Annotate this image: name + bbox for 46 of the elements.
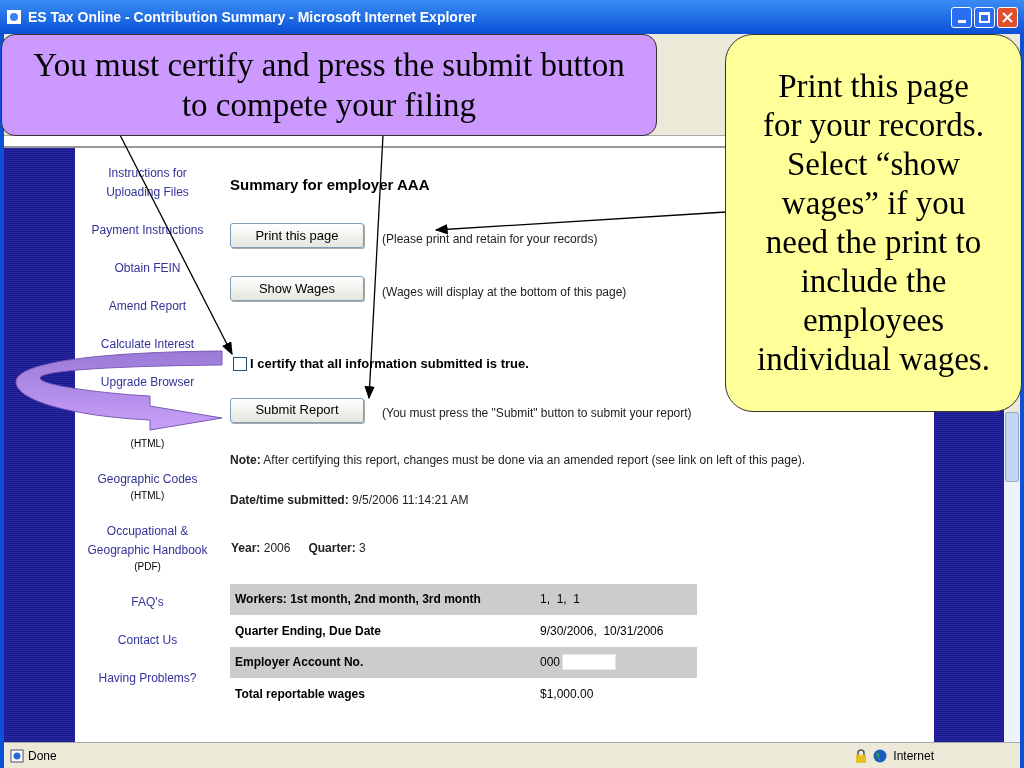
- sidebar-link[interactable]: Geographic Codes: [97, 470, 198, 489]
- browser-icon: [6, 9, 22, 25]
- sidebar-link[interactable]: Amend Report: [108, 297, 187, 316]
- button-hint: (Please print and retain for your records): [382, 230, 598, 248]
- close-button[interactable]: [997, 6, 1018, 28]
- page-button[interactable]: Show Wages: [230, 276, 364, 301]
- table-cell-text: Workers: 1st month, 2nd month, 3rd month: [234, 591, 482, 609]
- page-button[interactable]: Print this page: [230, 223, 364, 248]
- note-text: Note: After certifying this report, changes must be done via an amended report (see link on left of this page).: [230, 451, 806, 469]
- window-title: ES Tax Online - Contribution Summary - Microsoft Internet Explorer: [28, 7, 477, 27]
- table-cell-text: 9/30/2006, 10/31/2006: [540, 622, 664, 640]
- quarter-text: Quarter: 3: [308, 539, 366, 557]
- maximize-button[interactable]: [974, 6, 995, 28]
- table-cell-text: Total reportable wages: [234, 685, 366, 703]
- minimize-button[interactable]: [951, 6, 972, 28]
- link-format: (PDF): [134, 560, 161, 574]
- page-button[interactable]: Submit Report: [230, 397, 364, 423]
- table-cell-text: Quarter Ending, Due Date: [234, 622, 383, 640]
- page-icon: [10, 748, 24, 763]
- button-hint: (Wages will display at the bottom of this page): [382, 283, 627, 301]
- table-cell-text: Employer Account No.: [234, 654, 365, 672]
- table-cell-text: $1,000.00: [540, 685, 594, 703]
- sidebar-link[interactable]: FAQ's: [131, 593, 164, 612]
- globe-icon: [873, 748, 888, 763]
- sidebar-link[interactable]: Calculate Interest: [100, 335, 195, 354]
- callout-text: You must certify and press the submit button to compete your filing: [32, 46, 626, 125]
- link-format: (HTML): [130, 437, 165, 451]
- sidebar-link[interactable]: Upgrade Browser: [100, 373, 195, 392]
- zone-text: Internet: [893, 747, 934, 765]
- button-hint: (You must press the "Submit" button to submit your report): [382, 405, 692, 422]
- link-format: (HTML): [130, 489, 165, 503]
- submitted-text: Date/time submitted: 9/5/2006 11:14:21 AM: [230, 491, 470, 509]
- status-text: Done: [28, 747, 57, 765]
- table-cell-text: 000: [540, 654, 561, 672]
- lock-icon: [855, 748, 868, 763]
- sidebar-link[interactable]: Having Problems?: [98, 669, 197, 688]
- close-icon: [1002, 11, 1013, 23]
- sidebar-link[interactable]: Occupational & Geographic Handbook: [82, 522, 213, 560]
- redaction-block: [562, 654, 617, 671]
- table-cell-text: 1, 1, 1: [540, 591, 581, 609]
- sidebar-link[interactable]: Contact Us: [117, 631, 178, 650]
- scrollbar[interactable]: [1004, 412, 1020, 742]
- sidebar-link[interactable]: Obtain FEIN: [114, 259, 181, 278]
- callout-text: Print this page for your records. Select “show wages” if you need the print to include the employees individual wages.: [756, 67, 991, 379]
- year-text: Year: 2006: [231, 539, 291, 557]
- certify-checkbox[interactable]: [233, 356, 247, 371]
